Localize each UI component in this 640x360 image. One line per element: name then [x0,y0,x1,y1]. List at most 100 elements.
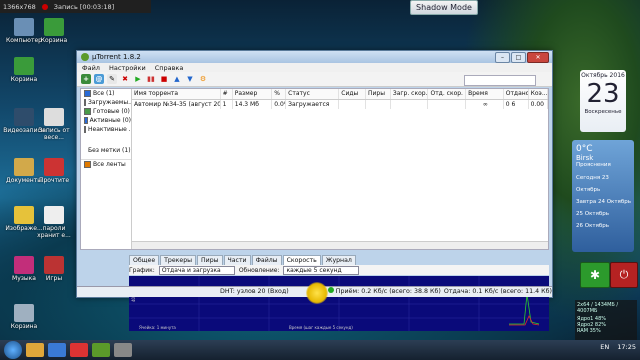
sidebar-item-completed[interactable]: Готовые (0) [81,107,131,116]
power-on-button[interactable]: ✱ [580,262,610,288]
tab-general[interactable]: Общее [129,255,160,265]
tab-files[interactable]: Файлы [251,255,282,265]
settings-icon[interactable]: ⚙ [198,74,208,84]
torrent-list: Имя торрента # Размер % Статус Сиды Пиры… [132,89,548,249]
desktop-icon-passwords[interactable]: пароли хранит е... [32,206,76,239]
column-header[interactable]: Сиды [339,89,366,99]
sidebar-label: Все ленты [93,161,126,168]
main-panel: Все (1) Загружаемы... Готовые (0) Активн… [80,88,549,250]
stop-icon[interactable]: ■ [159,74,169,84]
record-icon [41,3,48,10]
maximize-button[interactable]: □ [511,52,526,63]
category-icon [84,90,91,97]
sidebar-item-inactive[interactable]: Неактивные ... [81,125,131,134]
tab-trackers[interactable]: Трекеры [160,255,197,265]
weather-gadget[interactable]: 0°C Birsk Прояснения Сегодня 23 Октябрь … [572,140,634,252]
column-header[interactable]: Размер [233,89,273,99]
column-header[interactable]: Пиры [366,89,391,99]
torrent-seeds [339,100,366,109]
recording-timer: Запись [00:03:18] [53,2,115,11]
meter-ram: RAM 35% [577,328,601,334]
clock[interactable]: 17:25 [617,343,636,351]
weather-temp: 0°C [576,144,593,154]
torrent-number: 1 [221,100,233,109]
close-button[interactable]: ✕ [527,52,549,63]
opera-icon[interactable] [70,343,88,357]
queue-down-icon[interactable]: ▼ [185,74,195,84]
torrent-size: 14.3 Мб [233,100,273,109]
start-button-icon[interactable] [4,341,22,359]
graph-type-select[interactable]: Отдача и загрузка [158,265,235,275]
shadow-mode-button[interactable]: Shadow Mode [410,0,478,15]
start-icon[interactable]: ▶ [133,74,143,84]
graph-time-note: Время (шаг каждые 5 секунд) [289,325,353,330]
explorer-icon[interactable] [26,343,44,357]
desktop-icon-sale[interactable]: Запись от весе... [32,108,76,141]
create-torrent-icon[interactable]: ✎ [107,74,117,84]
sidebar-item-downloading[interactable]: Загружаемы... [81,98,131,107]
calendar-day: 23 [586,79,620,109]
desktop-icon-label: Прочтите [38,177,70,184]
utorrent-window: µTorrent 1.8.2 – □ ✕ Файл Настройки Спра… [76,50,553,331]
column-header[interactable]: Коэ... [529,89,548,99]
desktop-icon-trash[interactable]: Корзина [2,304,46,330]
desktop-icon-label: Запись от весе... [38,127,70,141]
desktop-icon-label: пароли хранит е... [37,225,71,239]
speed-graph-canvas: 40 Кб/с Ячейка: 1 минута Время (шаг кажд… [129,276,549,331]
desktop-icon-read[interactable]: Прочтите [32,158,76,184]
torrent-percent: 0.0% [272,100,287,109]
recorder-bar: 1366x768 Запись [00:03:18] [0,0,151,13]
column-header[interactable]: # [221,89,233,99]
add-torrent-icon[interactable]: + [81,74,91,84]
desktop-icon-green[interactable]: Корзина [32,18,76,44]
mouse-cursor-highlight [306,282,328,304]
add-url-icon[interactable]: @ [94,74,104,84]
menu-help[interactable]: Справка [155,64,184,72]
sidebar-item-all[interactable]: Все (1) [81,89,131,98]
download-icon [84,99,86,106]
pause-icon[interactable]: ▮▮ [146,74,156,84]
power-off-button[interactable]: ⏻ [610,262,638,288]
video-icon [14,108,34,126]
desktop-icon-recycle[interactable]: Корзина [2,57,46,83]
horizontal-scrollbar[interactable] [132,241,548,249]
torrent-peers [366,100,391,109]
system-tray: EN 17:25 [600,343,636,351]
app-icon[interactable] [114,343,132,357]
column-header[interactable]: Имя торрента [132,89,221,99]
column-header[interactable]: % [272,89,287,99]
desktop-icon-label: Игры [45,275,63,282]
remove-icon[interactable]: ✖ [120,74,130,84]
search-input[interactable] [464,75,536,86]
utorrent-taskbar-icon[interactable] [92,343,110,357]
queue-up-icon[interactable]: ▲ [172,74,182,84]
detail-tabs: Общее Трекеры Пиры Части Файлы Скорость … [129,255,356,265]
calendar-gadget[interactable]: Октябрь 2016 23 Воскресенье [580,70,626,132]
tab-speed[interactable]: Скорость [282,255,321,265]
menu-settings[interactable]: Настройки [109,64,146,72]
table-row[interactable]: Автомир №34-35 (август 2016)... 1 14.3 М… [132,100,548,109]
sidebar-item-feeds[interactable]: Все ленты [81,160,131,169]
column-header[interactable]: Загр. скор. [391,89,429,99]
tab-log[interactable]: Журнал [321,255,356,265]
column-header[interactable]: Статус [286,89,340,99]
menu-file[interactable]: Файл [82,64,100,72]
sidebar-item-nolabel[interactable]: Без метки (1) [81,146,131,155]
folder-green-icon [44,18,64,36]
tab-pieces[interactable]: Части [223,255,251,265]
sidebar-item-active[interactable]: Активные (0) [81,116,131,125]
language-indicator[interactable]: EN [600,343,609,351]
column-header[interactable]: Отд. скор. [428,89,467,99]
ie-icon[interactable] [48,343,66,357]
rss-icon [84,161,91,168]
update-interval-select[interactable]: каждые 5 секунд [283,265,360,275]
column-header[interactable]: Отдано [504,89,529,99]
desktop-icon-games[interactable]: Игры [32,256,76,282]
tab-peers[interactable]: Пиры [197,255,223,265]
column-header[interactable]: Время [466,89,504,99]
document-icon [44,108,64,126]
title-bar[interactable]: µTorrent 1.8.2 – □ ✕ [77,51,552,63]
minimize-button[interactable]: – [495,52,510,63]
window-title: µTorrent 1.8.2 [92,53,141,61]
desktop-icon-label: Корзина [40,37,68,44]
